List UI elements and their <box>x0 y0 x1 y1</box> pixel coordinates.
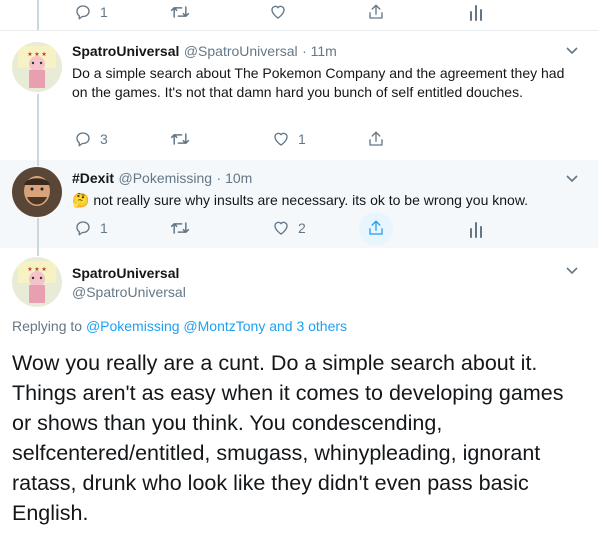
retweet-button[interactable] <box>170 130 190 148</box>
retweet-icon <box>170 222 190 234</box>
like-icon <box>274 221 288 235</box>
like-button[interactable] <box>269 3 287 21</box>
share-icon <box>369 131 383 146</box>
reply-count: 1 <box>100 4 108 20</box>
like-count: 1 <box>298 131 306 147</box>
chevron-down-icon[interactable] <box>565 174 579 184</box>
main-tweet-text: Wow you really are a cunt. Do a simple s… <box>12 351 564 525</box>
replying-to: Replying to @Pokemissing @MontzTony and … <box>12 318 347 334</box>
chevron-down-icon[interactable] <box>565 46 579 56</box>
display-name[interactable]: SpatroUniversal <box>72 265 179 281</box>
replying-to-users[interactable]: @Pokemissing @MontzTony <box>86 318 265 334</box>
like-button[interactable]: 1 <box>272 130 306 148</box>
share-button[interactable] <box>367 129 385 149</box>
retweet-button[interactable] <box>170 3 190 21</box>
avatar-image: ★ ★ ★ <box>12 257 62 307</box>
divider <box>0 30 598 31</box>
display-name[interactable]: #Dexit <box>72 170 114 186</box>
avatar[interactable]: ★ ★ ★ <box>12 42 62 92</box>
like-icon <box>274 132 288 146</box>
tweet-header: #Dexit @Pokemissing · 10m <box>72 170 252 188</box>
user-handle[interactable]: @SpatroUniversal <box>72 284 186 300</box>
avatar-image: ★ ★ ★ <box>12 42 62 92</box>
share-button[interactable] <box>367 218 385 238</box>
share-icon <box>369 4 383 19</box>
replying-to-label: Replying to <box>12 318 83 334</box>
thread-line <box>37 218 39 256</box>
retweet-icon <box>170 133 190 145</box>
user-handle[interactable]: @Pokemissing <box>118 170 212 186</box>
tweet-header: SpatroUniversal @SpatroUniversal · 11m <box>72 43 337 61</box>
tweet-text-line: 🤔 not really sure why insults are necess… <box>72 191 528 210</box>
chevron-down-icon[interactable] <box>565 266 579 276</box>
analytics-button[interactable] <box>468 220 484 238</box>
avatar[interactable] <box>12 167 62 217</box>
retweet-button[interactable] <box>170 219 190 237</box>
avatar-image <box>12 167 62 217</box>
avatar[interactable]: ★ ★ ★ <box>12 257 62 307</box>
thread-line <box>37 0 39 30</box>
reply-count: 1 <box>100 220 108 236</box>
like-icon <box>271 5 285 19</box>
like-button[interactable]: 2 <box>272 219 306 237</box>
display-name[interactable]: SpatroUniversal <box>72 43 179 59</box>
analytics-icon <box>470 5 482 21</box>
thread-line <box>37 160 39 166</box>
share-button[interactable] <box>367 2 385 22</box>
share-icon <box>369 220 383 235</box>
reply-icon <box>76 5 90 20</box>
like-count: 2 <box>298 220 306 236</box>
replying-to-others[interactable]: and 3 others <box>269 318 347 334</box>
reply-count: 3 <box>100 131 108 147</box>
timestamp[interactable]: · 11m <box>302 43 337 59</box>
thread-line <box>37 94 39 160</box>
reply-button[interactable]: 1 <box>74 219 108 237</box>
tweet-text: Do a simple search about The Pokemon Com… <box>72 65 565 100</box>
analytics-icon <box>470 222 482 238</box>
analytics-button[interactable] <box>468 3 484 21</box>
timestamp[interactable]: · 10m <box>217 170 253 186</box>
reply-icon <box>76 132 90 147</box>
reply-icon <box>76 221 90 236</box>
user-handle[interactable]: @SpatroUniversal <box>184 43 298 59</box>
reply-button[interactable]: 3 <box>74 130 108 148</box>
retweet-icon <box>170 6 190 18</box>
tweet-text: not really sure why insults are necessar… <box>93 192 529 208</box>
thinking-face-emoji: 🤔 <box>72 192 90 208</box>
reply-button[interactable]: 1 <box>74 3 108 21</box>
